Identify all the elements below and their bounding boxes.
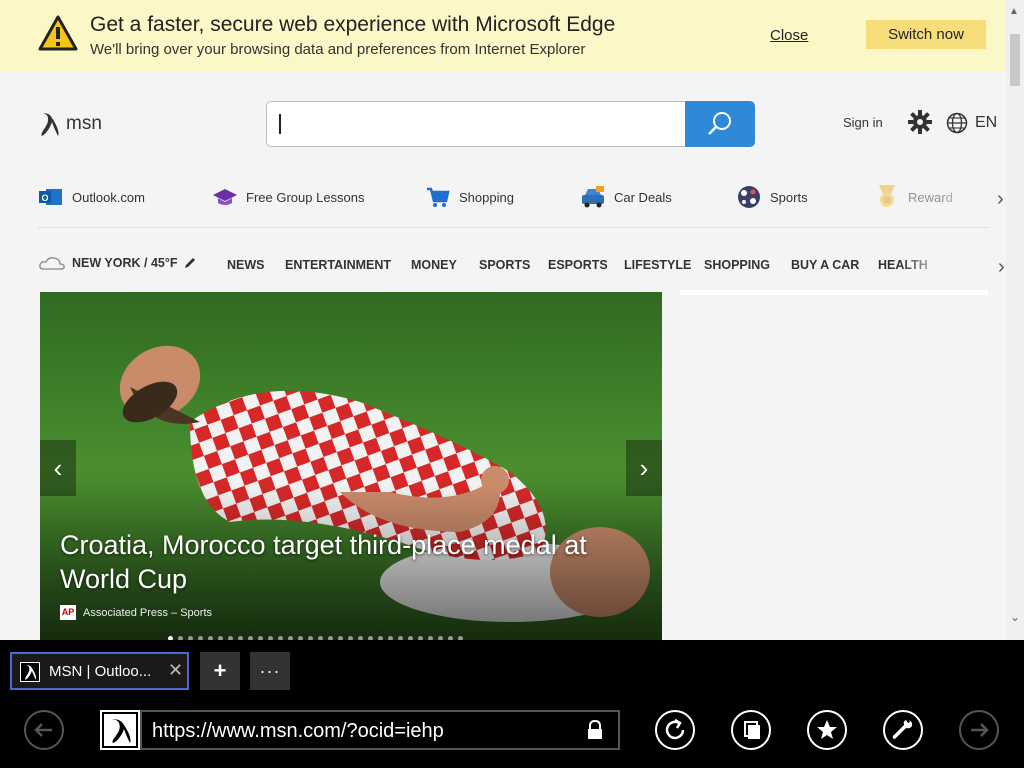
switch-now-button[interactable]: Switch now	[866, 20, 986, 49]
refresh-button[interactable]	[655, 710, 695, 750]
close-tab-icon[interactable]: ✕	[168, 660, 183, 681]
side-card	[680, 290, 988, 295]
chevron-right-icon[interactable]: ›	[997, 188, 1004, 211]
tabs-button[interactable]	[731, 710, 771, 750]
edge-promo-banner: Get a faster, secure web experience with…	[0, 0, 1006, 72]
nav-item-money[interactable]: MONEY	[411, 258, 457, 272]
new-tab-button[interactable]: +	[200, 652, 240, 690]
quick-links-fade	[940, 184, 1000, 220]
language-selector[interactable]: EN	[975, 114, 997, 132]
url-text[interactable]: https://www.msn.com/?ocid=iehp	[152, 720, 444, 743]
hero-source: AP Associated Press – Sports	[60, 605, 212, 620]
quick-link-outlook[interactable]: O Outlook.com	[38, 184, 145, 210]
hero-carousel[interactable]: ‹ › Croatia, Morocco target third-place …	[40, 292, 662, 642]
banner-close-link[interactable]: Close	[770, 27, 808, 44]
hero-source-label: Associated Press – Sports	[83, 606, 213, 619]
nav-item-esports[interactable]: ESPORTS	[548, 258, 608, 272]
msn-favicon-icon	[20, 662, 40, 682]
nav-fade	[900, 250, 960, 280]
quick-link-label: Outlook.com	[72, 189, 145, 205]
scroll-down-icon[interactable]: ⌄	[1010, 610, 1020, 624]
address-bar[interactable]: https://www.msn.com/?ocid=iehp	[140, 710, 620, 750]
sign-in-link[interactable]: Sign in	[843, 115, 883, 130]
quick-links-bar: O Outlook.com Free Group Lessons Shoppin…	[0, 184, 1004, 220]
msn-logo-text: msn	[66, 113, 102, 134]
category-nav: NEW YORK / 45°F NEWS ENTERTAINMENT MONEY…	[38, 250, 958, 280]
nav-item-lifestyle[interactable]: LIFESTYLE	[624, 258, 691, 272]
outlook-icon: O	[39, 189, 62, 205]
text-caret	[279, 114, 281, 134]
back-button[interactable]	[24, 710, 64, 750]
nav-item-sports[interactable]: SPORTS	[479, 258, 530, 272]
refresh-icon	[665, 718, 685, 740]
quick-link-label: Shopping	[459, 189, 514, 205]
msn-logo[interactable]: msn	[38, 110, 102, 138]
svg-text:O: O	[41, 193, 48, 203]
graduation-cap-icon	[213, 189, 237, 205]
carousel-next-button[interactable]: ›	[626, 440, 662, 496]
medal-icon	[879, 185, 895, 207]
lock-icon[interactable]	[586, 720, 604, 740]
quick-link-car-deals[interactable]: Car Deals	[580, 184, 672, 210]
nav-item-news[interactable]: NEWS	[227, 258, 265, 272]
nav-item-entertainment[interactable]: ENTERTAINMENT	[285, 258, 391, 272]
chevron-right-icon[interactable]: ›	[998, 256, 1005, 279]
msn-butterfly-icon	[25, 665, 37, 680]
vertical-scrollbar[interactable]: ▲ ⌄	[1006, 0, 1024, 640]
tabs-icon	[744, 721, 760, 739]
quick-link-shopping[interactable]: Shopping	[425, 184, 514, 210]
quick-link-free-group-lessons[interactable]: Free Group Lessons	[212, 184, 365, 210]
shopping-cart-icon	[427, 187, 450, 207]
gear-icon[interactable]	[908, 110, 932, 134]
banner-title: Get a faster, secure web experience with…	[90, 13, 616, 36]
cloud-icon	[39, 257, 65, 270]
weather-label: NEW YORK / 45°F	[72, 256, 178, 270]
weather-widget[interactable]: NEW YORK / 45°F	[38, 255, 197, 271]
wrench-icon	[892, 720, 913, 739]
nav-item-shopping[interactable]: SHOPPING	[704, 258, 770, 272]
nav-item-buy-a-car[interactable]: BUY A CAR	[791, 258, 859, 272]
header-divider	[38, 227, 988, 228]
forward-button[interactable]	[959, 710, 999, 750]
back-arrow-icon	[34, 723, 52, 737]
banner-subtitle: We'll bring over your browsing data and …	[90, 41, 586, 58]
msn-butterfly-icon	[102, 712, 138, 748]
tab-title: MSN | Outloo...	[49, 663, 152, 680]
carousel-prev-button[interactable]: ‹	[40, 440, 76, 496]
star-icon	[817, 720, 837, 739]
search-icon	[708, 112, 731, 135]
quick-link-label: Sports	[770, 189, 808, 205]
address-favicon	[100, 710, 140, 750]
soccer-ball-icon	[738, 186, 760, 208]
quick-link-label: Free Group Lessons	[246, 189, 365, 205]
quick-link-sports[interactable]: Sports	[736, 184, 808, 210]
pencil-icon[interactable]	[183, 256, 197, 270]
forward-arrow-icon	[971, 723, 989, 737]
browser-tab[interactable]: MSN | Outloo... ✕	[10, 652, 189, 690]
globe-icon[interactable]	[946, 112, 968, 134]
ie-browser-chrome: MSN | Outloo... ✕ + ··· https://www.msn.…	[0, 640, 1024, 768]
favorites-button[interactable]	[807, 710, 847, 750]
tools-button[interactable]	[883, 710, 923, 750]
tab-menu-button[interactable]: ···	[250, 652, 290, 690]
warning-icon	[38, 15, 78, 51]
hero-headline[interactable]: Croatia, Morocco target third-place meda…	[60, 528, 640, 596]
quick-link-label: Car Deals	[614, 189, 672, 205]
search-input[interactable]	[266, 101, 686, 147]
scrollbar-thumb[interactable]	[1010, 34, 1020, 86]
msn-butterfly-icon	[41, 113, 59, 136]
scroll-up-icon[interactable]: ▲	[1009, 6, 1019, 17]
ap-logo-icon: AP	[60, 605, 76, 620]
car-icon	[582, 186, 604, 208]
search-button[interactable]	[685, 101, 755, 147]
